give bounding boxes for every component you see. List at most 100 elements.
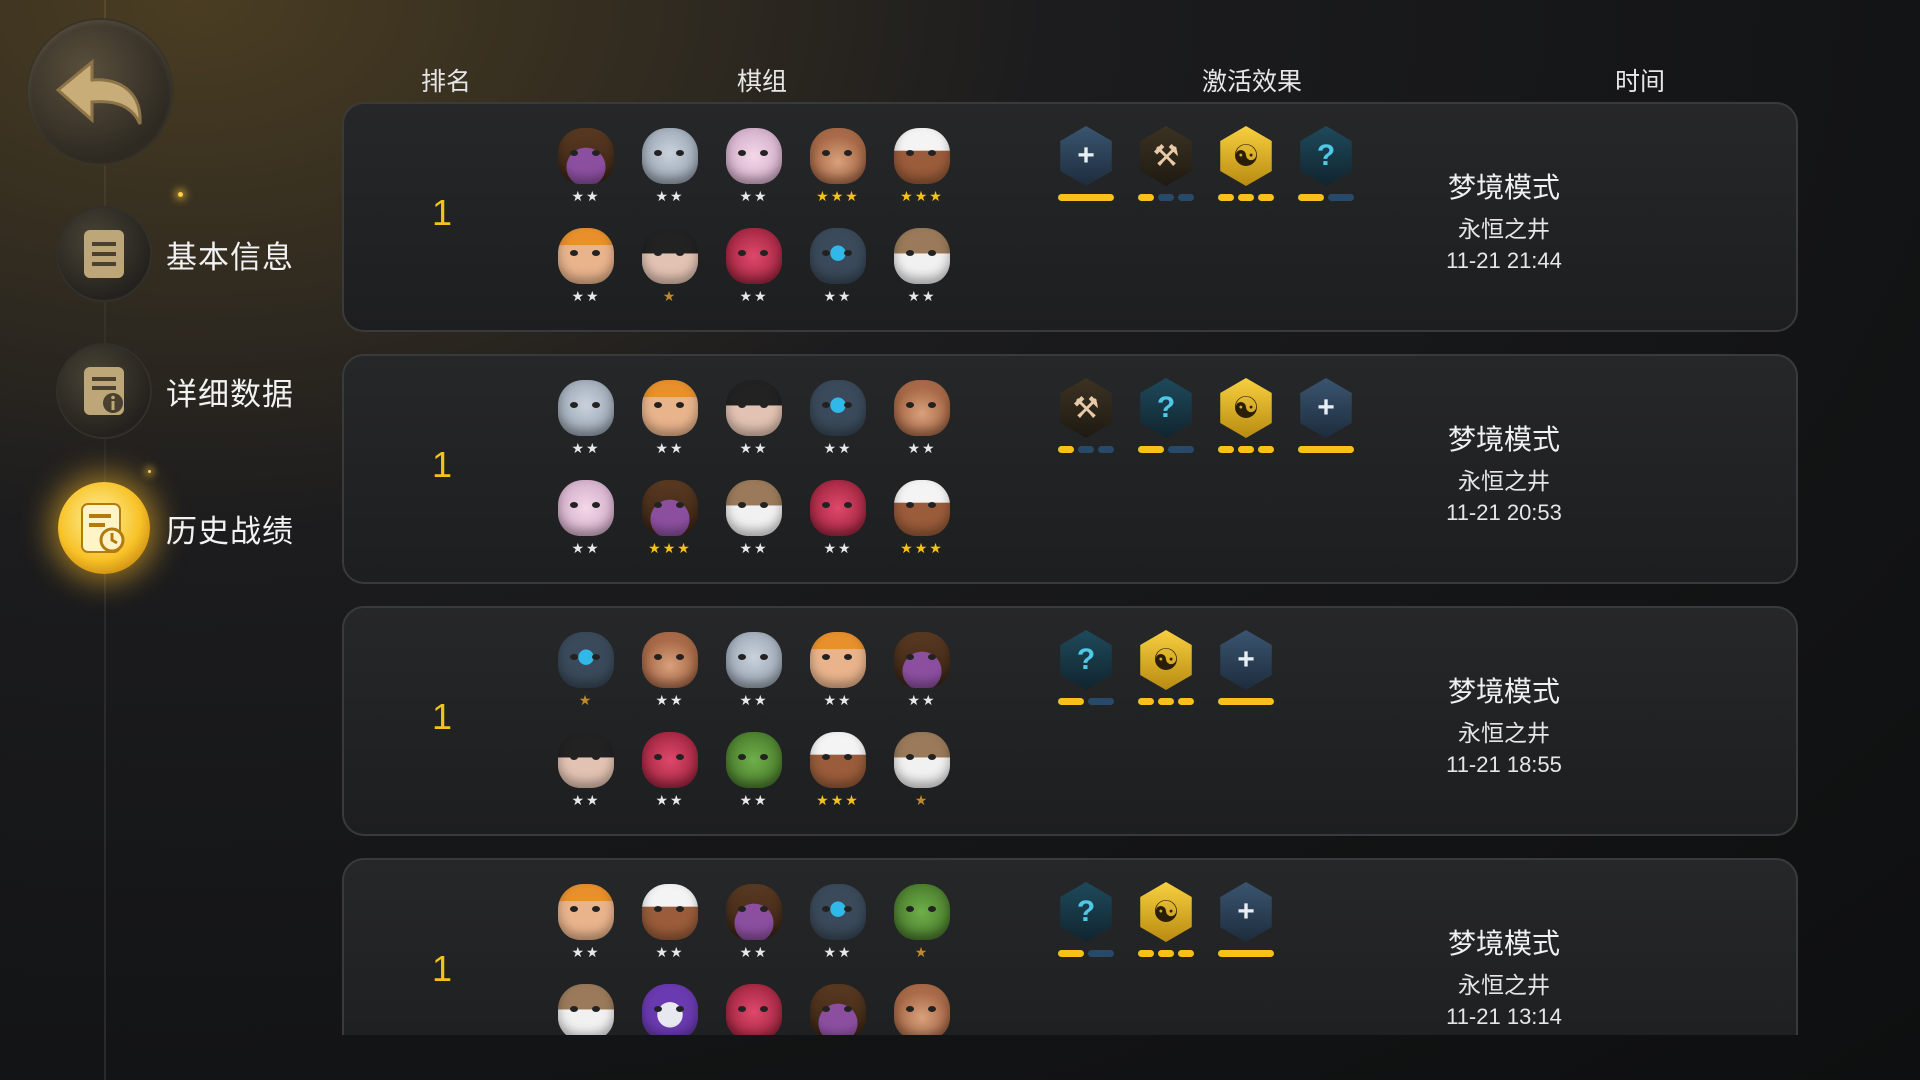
synergy-effect[interactable]: ? [1054,882,1118,962]
hero-portrait[interactable] [640,984,700,1035]
synergy-effect[interactable]: ? [1294,126,1358,206]
map-name: 永恒之井 [1458,216,1550,242]
hero-portrait[interactable]: ★★ [556,128,616,208]
axe-icon: ⚒ [1060,378,1112,438]
synergy-effect[interactable]: + [1214,630,1278,710]
match-history-list[interactable]: 1 ★★ ★★ ★★ ★★★ ★★★ ★★ ★ ★★ ★★ ★★ + ⚒ ☯? 梦境模式 永恒之井 11-21 … [336,100,1806,1035]
hero-portrait[interactable]: ★★ [556,228,616,308]
star-rating: ★★ [823,944,853,960]
hero-portrait[interactable]: ★★ [808,380,868,460]
synergy-progress [1134,446,1198,453]
synergy-progress-segment [1218,950,1274,957]
hero-portrait[interactable]: ★★ [556,884,616,964]
hero-portrait[interactable]: ★★ [724,380,784,460]
hero-portrait[interactable]: ★★ [640,128,700,208]
synergy-progress-segment [1238,446,1254,453]
hero-portrait[interactable]: ★★ [640,732,700,812]
synergy-progress-segment [1158,950,1174,957]
hero-portrait[interactable]: ★★ [640,632,700,712]
turban-hero-icon [894,480,950,536]
hero-portrait[interactable]: ★★ [556,480,616,560]
hero-portrait[interactable]: ★★ [892,228,952,308]
synergy-progress-segment [1258,446,1274,453]
hero-portrait[interactable]: ★★ [808,632,868,712]
hero-portrait[interactable]: ★★ [724,732,784,812]
hero-portrait[interactable] [892,984,952,1035]
match-row[interactable]: 1 ★★ ★★ ★★ ★★★ ★★★ ★★ ★ ★★ ★★ ★★ + ⚒ ☯? 梦境模式 永恒之井 11-21 … [342,102,1798,332]
hero-portrait[interactable]: ★★ [808,480,868,560]
match-row[interactable]: 1 ★ ★★ ★★ ★★ ★★ ★★ ★★ ★★ ★★★ ★? ☯ + 梦境模式 永恒之井 11-21 18:… [342,606,1798,836]
synergy-progress [1214,194,1278,201]
old-scar-hero-icon [894,380,950,436]
hero-portrait[interactable] [556,984,616,1035]
back-button[interactable] [28,20,172,164]
synergy-effect[interactable]: ⚒ [1054,378,1118,458]
star-rating: ★★ [571,540,601,556]
hero-portrait[interactable]: ★★ [640,884,700,964]
hero-portrait[interactable]: ★★ [892,632,952,712]
dark-hair-hero-icon [558,732,614,788]
synergy-effect[interactable]: ☯ [1214,378,1278,458]
synergy-effect[interactable]: ⚒ [1134,126,1198,206]
hero-portrait[interactable]: ★★ [724,228,784,308]
synergy-effect[interactable]: ☯ [1134,882,1198,962]
synergy-effect[interactable]: + [1054,126,1118,206]
hero-portrait[interactable]: ★★★ [892,480,952,560]
hero-portrait[interactable] [808,984,868,1035]
hero-portrait[interactable]: ★★ [724,128,784,208]
hero-portrait[interactable]: ★★ [556,380,616,460]
rank-value: 1 [432,696,453,737]
hero-portrait[interactable]: ★★ [724,480,784,560]
hero-portrait[interactable]: ★ [640,228,700,308]
hero-portrait[interactable]: ★ [556,632,616,712]
hero-portrait[interactable]: ★★ [892,380,952,460]
hero-portrait[interactable]: ★★ [724,632,784,712]
sidebar-item-detailed-data[interactable]: 详细数据 [58,345,294,437]
cross-icon: + [1220,882,1272,942]
hero-portrait[interactable]: ★★ [640,380,700,460]
synergy-progress-segment [1098,446,1114,453]
sidebar-item-basic-info[interactable]: 基本信息 [58,208,294,300]
cross-icon: + [1060,126,1112,186]
map-name: 永恒之井 [1458,468,1550,494]
dark-hair-hero-icon [726,380,782,436]
synergy-progress-segment [1058,950,1084,957]
synergy-effect[interactable]: ☯ [1134,630,1198,710]
synergy-effect[interactable]: ? [1054,630,1118,710]
hero-portrait[interactable]: ★ [892,732,952,812]
hero-portrait[interactable]: ★★ [808,884,868,964]
hero-portrait[interactable]: ★ [892,884,952,964]
synergy-progress-segment [1168,446,1194,453]
synergy-progress-segment [1178,194,1194,201]
star-rating: ★★ [907,692,937,708]
synergy-progress-segment [1088,950,1114,957]
hero-portrait[interactable]: ★★★ [808,732,868,812]
green-orc-hero-icon [726,732,782,788]
hero-portrait[interactable]: ★★ [724,884,784,964]
feather-hero-icon [642,380,698,436]
question-icon: ? [1060,882,1112,942]
hero-portrait[interactable]: ★★★ [892,128,952,208]
hero-portrait[interactable]: ★★★ [808,128,868,208]
old-scar-hero-icon [642,632,698,688]
synergy-effect[interactable]: + [1294,378,1358,458]
star-rating: ★★ [739,288,769,304]
hero-portrait[interactable] [724,984,784,1035]
synergy-progress [1134,698,1198,705]
synergy-effect[interactable]: ☯ [1214,126,1278,206]
synergy-effect[interactable]: ? [1134,378,1198,458]
match-row[interactable]: 1 ★★ ★★ ★★ ★★ ★★ ★★ ★★★ ★★ ★★ ★★★ ⚒? ☯ + 梦境模式 永恒之井 11-21… [342,354,1798,584]
star-rating: ★★★ [816,188,860,204]
star-rating: ★★ [739,944,769,960]
star-rating: ★★★ [648,540,692,556]
hero-portrait[interactable]: ★★★ [640,480,700,560]
hero-portrait[interactable]: ★★ [808,228,868,308]
sidebar-item-history[interactable]: 历史战绩 [58,482,294,574]
blue-gem-hero-icon [810,228,866,284]
synergy-progress-segment [1158,194,1174,201]
match-row[interactable]: 1 ★★ ★★ ★★ ★★ ★? ☯ + 梦境模式 永恒之井 11-21 13:14 [342,858,1798,1035]
hero-portrait[interactable]: ★★ [556,732,616,812]
bull-hero-icon [642,480,698,536]
synergy-effect[interactable]: + [1214,882,1278,962]
white-beard-hero-icon [894,228,950,284]
